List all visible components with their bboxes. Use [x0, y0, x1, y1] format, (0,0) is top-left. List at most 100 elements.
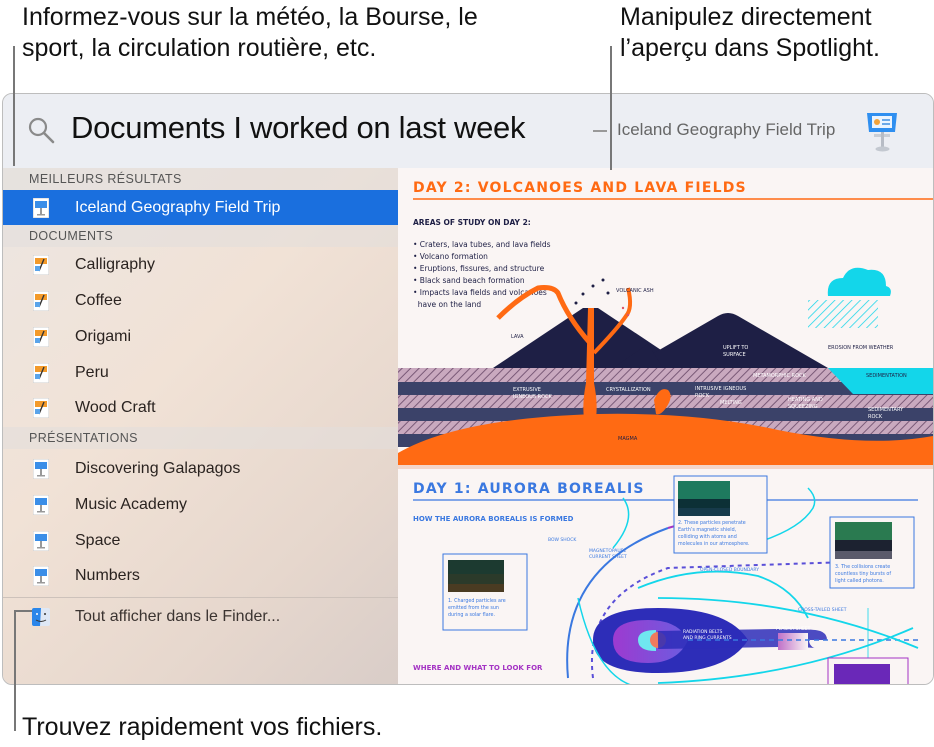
result-item[interactable]: Peru — [3, 355, 398, 390]
result-item[interactable]: Coffee — [3, 283, 398, 318]
keynote-icon — [33, 494, 49, 515]
pages-icon — [33, 326, 49, 347]
separator-dash — [593, 130, 607, 132]
pages-icon — [33, 254, 49, 275]
callout-line-right — [610, 46, 612, 170]
show-all-in-finder-button[interactable]: Tout afficher dans le Finder... — [3, 599, 398, 634]
section-header-top-hits: MEILLEURS RÉSULTATS — [3, 168, 398, 190]
result-label: Numbers — [75, 566, 140, 584]
callout-top-left: Informez-vous sur la météo, la Bourse, l… — [22, 3, 478, 62]
day2-bullet: • Volcano formation — [413, 252, 488, 261]
result-label: Discovering Galapagos — [75, 459, 241, 477]
label-intrusive: INTRUSIVE IGNEOUS — [695, 386, 746, 392]
label-uplift: SURFACE — [723, 352, 746, 358]
label-volcanic-ash: VOLCANIC ASH — [616, 288, 654, 294]
result-label: Space — [75, 531, 121, 549]
aurora-card-3 — [829, 516, 915, 589]
pages-icon — [33, 397, 49, 418]
day1-title: DAY 1: AURORA BOREALIS — [413, 481, 645, 497]
card-1-text: emitted from the sun — [448, 605, 499, 611]
callout-bottom: Trouvez rapidement vos fichiers. — [22, 713, 383, 741]
day1-where: WHERE AND WHAT TO LOOK FOR — [413, 664, 543, 672]
card-3-text: light called photons. — [835, 578, 884, 584]
result-label: Origami — [75, 327, 132, 345]
card-2-text: 2. These particles penetrate — [678, 520, 746, 526]
preview-title: Iceland Geography Field Trip — [617, 120, 836, 139]
finder-icon — [32, 607, 50, 626]
card-3-text: 3. The collisions create — [835, 564, 890, 570]
keynote-icon — [33, 565, 49, 586]
label-uplift: UPLIFT TO — [723, 345, 748, 351]
card-1-text: during a solar flare. — [448, 612, 495, 618]
label-erosion: EROSION FROM WEATHER — [828, 345, 894, 351]
slide-divider — [398, 465, 933, 469]
section-header-presentations: PRÉSENTATIONS — [3, 427, 398, 449]
label-intrusive: ROCK — [695, 393, 710, 399]
keynote-icon — [33, 197, 49, 218]
label-cross-tailed: CROSS-TAILED SHEET — [798, 607, 847, 613]
label-open-closed: OPEN-CLOSED BOUNDARY — [700, 567, 759, 573]
pages-icon — [33, 290, 49, 311]
keynote-icon — [33, 530, 49, 551]
result-label: Music Academy — [75, 495, 188, 513]
keynote-icon — [867, 113, 897, 152]
result-label: Coffee — [75, 291, 122, 309]
result-item[interactable]: Calligraphy — [3, 247, 398, 282]
label-sedimentary: SEDIMENTARY — [868, 407, 904, 413]
label-magnetopause: MAGNETOPAUSE — [589, 548, 627, 554]
day2-bullet: • Craters, lava tubes, and lava fields — [413, 240, 551, 249]
search-icon — [28, 117, 55, 144]
day1-subtitle: HOW THE AURORA BOREALIS IS FORMED — [413, 515, 574, 523]
result-item[interactable]: Iceland Geography Field Trip — [3, 190, 398, 225]
result-item[interactable]: Space — [3, 523, 398, 558]
day2-subtitle: AREAS OF STUDY ON DAY 2: — [413, 218, 531, 227]
result-label: Calligraphy — [75, 255, 156, 273]
label-extrusive: IGNEOUS ROCK — [513, 394, 553, 400]
card-3-text: countless tiny bursts of — [835, 571, 891, 577]
card-2-text: colliding with atoms and — [678, 534, 737, 540]
result-label: Wood Craft — [75, 398, 156, 416]
result-item[interactable]: Numbers — [3, 558, 398, 593]
card-2-text: Earth’s magnetic shield, — [678, 527, 737, 533]
label-heating: HEATING AND — [788, 397, 823, 403]
result-item[interactable]: Origami — [3, 319, 398, 354]
card-2-text: molecules in our atmosphere. — [678, 541, 750, 547]
aurora-card-4 — [827, 657, 909, 684]
label-extrusive: EXTRUSIVE — [513, 387, 541, 393]
result-item[interactable]: Wood Craft — [3, 390, 398, 425]
spotlight-window: Documents I worked on last week Iceland … — [2, 93, 934, 685]
result-item[interactable]: Music Academy — [3, 487, 398, 522]
result-label: Iceland Geography Field Trip — [75, 198, 281, 216]
callout-line-bottom-horizontal — [14, 610, 32, 612]
label-lava: LAVA — [511, 334, 524, 340]
card-1-text: 1. Charged particles are — [448, 598, 506, 604]
document-preview[interactable]: DAY 2: VOLCANOES AND LAVA FIELDS AREAS O… — [398, 168, 933, 684]
keynote-slide-preview[interactable]: DAY 2: VOLCANOES AND LAVA FIELDS AREAS O… — [398, 168, 933, 684]
day2-title: DAY 2: VOLCANOES AND LAVA FIELDS — [413, 180, 747, 196]
label-magma: MAGMA — [618, 436, 638, 442]
label-bow-shock: BOW SHOCK — [548, 537, 577, 543]
show-all-label: Tout afficher dans le Finder... — [75, 607, 281, 625]
label-plasma-sheet: PLASMA SHEET — [776, 626, 811, 632]
label-heating: SQUEEZING — [788, 404, 818, 410]
label-sedimentation: SEDIMENTATION — [866, 373, 907, 379]
section-header-documents: DOCUMENTS — [3, 225, 398, 247]
geology-illustration — [398, 267, 933, 468]
label-metamorphic: METAMORPHIC ROCK — [753, 373, 807, 379]
pages-icon — [33, 362, 49, 383]
label-sedimentary: ROCK — [868, 414, 883, 420]
callout-line-bottom — [14, 611, 16, 731]
results-sidebar: MEILLEURS RÉSULTATS Iceland Geography Fi… — [3, 168, 398, 684]
search-input[interactable]: Documents I worked on last week — [71, 110, 525, 146]
result-label: Peru — [75, 363, 109, 381]
divider — [3, 597, 398, 598]
label-magnetopause: CURRENT SHEET — [589, 554, 627, 560]
aurora-card-1 — [442, 553, 528, 631]
callout-top-right: Manipulez directement l’aperçu dans Spot… — [620, 3, 880, 62]
label-radiation: RADIATION BELTS — [683, 629, 723, 635]
label-melting: MELTING — [720, 400, 742, 406]
search-bar[interactable]: Documents I worked on last week Iceland … — [3, 94, 933, 169]
day2-bullet: • Eruptions, fissures, and structure — [413, 264, 545, 273]
result-item[interactable]: Discovering Galapagos — [3, 451, 398, 486]
keynote-icon — [33, 458, 49, 479]
